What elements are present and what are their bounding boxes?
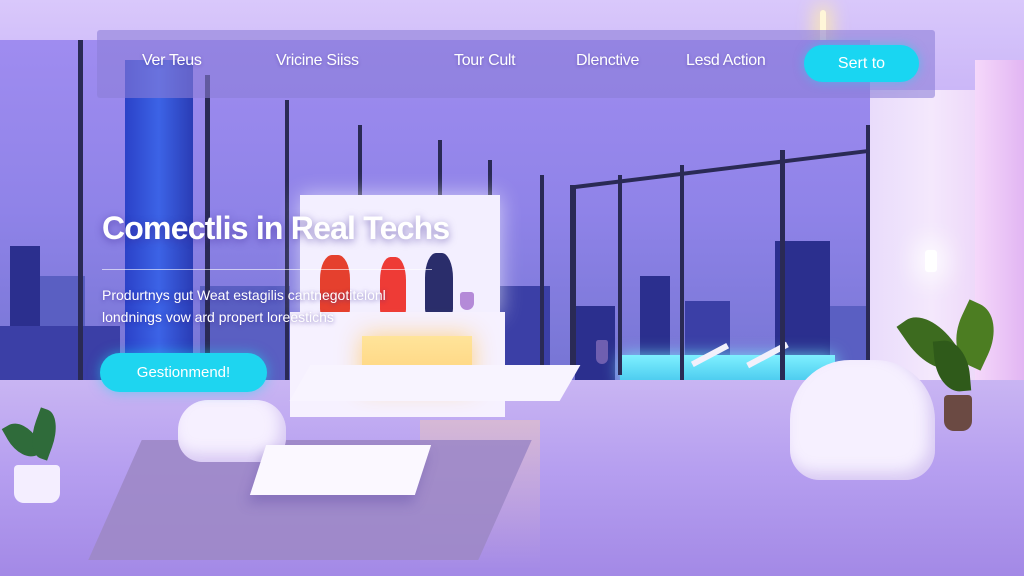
- window-frame: [438, 140, 442, 200]
- plant-pot: [596, 340, 608, 364]
- window-frame: [618, 175, 622, 375]
- nav-link-lesd-action[interactable]: Lesd Action: [686, 52, 766, 70]
- hero-cta-button[interactable]: Gestionmend!: [100, 353, 267, 392]
- nav-link-vricine-siiss[interactable]: Vricine Siiss: [276, 52, 359, 70]
- nav-link-ver-teus[interactable]: Ver Teus: [142, 52, 202, 70]
- nav-link-tour-cult[interactable]: Tour Cult: [454, 52, 516, 70]
- console-table: [289, 365, 581, 401]
- hero-divider: [102, 269, 432, 270]
- hero-subtitle: Produrtnys gut Weat estagilis cantnegoti…: [102, 284, 462, 328]
- hero-subtitle-line: londnings vow ard propert loreestichs: [102, 309, 334, 325]
- nav-link-dlenctive[interactable]: Dlenctive: [576, 52, 639, 70]
- window-frame: [358, 125, 362, 205]
- coffee-table: [249, 445, 432, 495]
- window-frame: [680, 165, 684, 385]
- window-frame: [540, 175, 544, 365]
- plant-pot: [14, 465, 60, 503]
- nav-cta-button[interactable]: Sert to: [804, 45, 919, 82]
- top-navbar: Ver Teus Vricine Siiss Tour Cult Dlencti…: [97, 30, 935, 98]
- hero-title: Comectlis in Real Techs: [102, 210, 450, 246]
- plant-pot: [944, 395, 972, 431]
- wall-lamp: [925, 250, 937, 272]
- window-frame: [285, 100, 289, 410]
- window-frame: [570, 185, 576, 370]
- plant-pot: [460, 292, 474, 310]
- pool: [620, 355, 835, 383]
- hero-subtitle-line: Produrtnys gut Weat estagilis cantnegoti…: [102, 287, 386, 303]
- window-frame: [780, 150, 785, 395]
- armchair: [790, 360, 935, 480]
